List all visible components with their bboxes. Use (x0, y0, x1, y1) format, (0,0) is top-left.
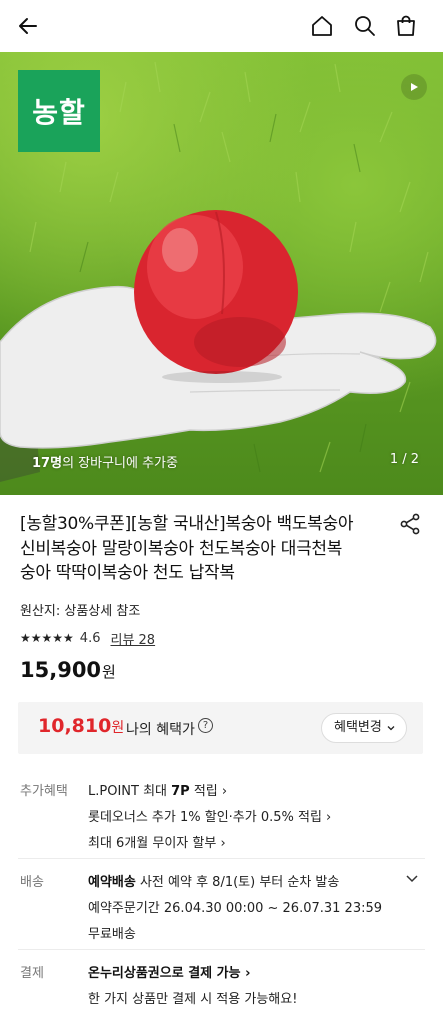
lpoint-prefix: L.POINT 최대 (88, 784, 172, 799)
delivery-schedule-text: 사전 예약 후 8/1(토) 부터 순차 발송 (135, 875, 340, 890)
product-title: [농할30%쿠폰][농할 국내산]복숭아 백도복숭아 신비복숭아 말랑이복숭아 … (20, 512, 390, 586)
lpoint-link[interactable]: L.POINT 최대 7P 적립 › (88, 780, 227, 799)
delivery-schedule: 예약배송 사전 예약 후 8/1(토) 부터 순차 발송 (88, 871, 339, 890)
product-price: 15,900원 (20, 658, 116, 682)
cart-count: 17명 (32, 456, 63, 471)
product-title-line: [농할30%쿠폰][농할 국내산]복숭아 백도복숭아 (20, 514, 354, 534)
play-icon (411, 83, 418, 91)
arrow-left-icon (19, 18, 37, 34)
product-title-line: 숭아 딱딱이복숭아 천도 납작복 (20, 563, 235, 583)
payment-note: 한 가지 상품만 결제 시 적용 가능해요! (88, 992, 298, 1007)
home-icon (312, 16, 332, 36)
home-button[interactable] (306, 10, 338, 42)
cart-activity-text: 의 장바구니에 추가중 (62, 456, 178, 471)
benefit-label: 나의 혜택가 (126, 722, 195, 738)
benefit-price-value: 10,810 (38, 715, 112, 737)
top-bar (0, 0, 443, 52)
star-rating-icon: ★★★★★ (20, 631, 74, 645)
lpoint-suffix: 적립 › (189, 784, 228, 799)
origin-info: 원산지: 상품상세 참조 (20, 604, 141, 619)
search-button[interactable] (349, 10, 381, 42)
product-image[interactable]: 농할 17명의 장바구니에 추가중 1 / 2 (0, 52, 443, 495)
payment-label: 결제 (20, 966, 44, 981)
change-benefit-label: 혜택변경 (334, 720, 382, 735)
delivery-expand-icon[interactable] (404, 870, 420, 886)
onnuri-voucher-text: 온누리상품권으로 결제 가능 › (88, 966, 251, 981)
play-button[interactable] (401, 74, 427, 100)
rating-row: ★★★★★ 4.6 리뷰 28 (20, 628, 155, 648)
lpoint-points: 7P (171, 784, 190, 799)
rating-score: 4.6 (79, 630, 101, 646)
change-benefit-button[interactable]: 혜택변경 (321, 713, 407, 743)
lotte-owners-link[interactable]: 롯데오너스 추가 1% 할인·추가 0.5% 적립 › (88, 806, 331, 825)
price-value: 15,900 (20, 658, 102, 682)
reservation-period: 예약주문기간 26.04.30 00:00 ~ 26.07.31 23:59 (88, 901, 383, 916)
back-button[interactable] (12, 10, 44, 42)
reservation-delivery: 예약배송 (88, 875, 136, 890)
installment-link[interactable]: 최대 6개월 무이자 할부 › (88, 832, 226, 851)
extra-benefit-label: 추가혜택 (20, 784, 68, 799)
cart-button[interactable] (390, 10, 422, 42)
brand-logo: 농할 (18, 70, 100, 152)
free-shipping: 무료배송 (88, 927, 136, 942)
onnuri-voucher-link[interactable]: 온누리상품권으로 결제 가능 › (88, 962, 250, 981)
benefit-price-box: 10,810원 나의 혜택가 ? 혜택변경 (18, 702, 423, 754)
shopping-bag-icon (397, 15, 415, 36)
review-link[interactable]: 리뷰 28 (110, 629, 155, 648)
search-icon (355, 16, 375, 36)
share-icon (400, 513, 420, 535)
benefit-price-unit: 원 (111, 720, 125, 736)
help-icon[interactable]: ? (198, 718, 213, 733)
share-button[interactable] (398, 512, 422, 536)
image-pager: 1 / 2 (389, 452, 419, 467)
delivery-label: 배송 (20, 875, 44, 890)
chevron-down-icon (387, 725, 395, 730)
price-unit: 원 (102, 663, 116, 681)
product-title-line: 신비복숭아 말랑이복숭아 천도복숭아 대극천복 (20, 538, 343, 559)
divider (18, 858, 425, 859)
divider (18, 949, 425, 950)
cart-activity-note: 17명의 장바구니에 추가중 (32, 452, 178, 471)
benefit-price: 10,810원 (38, 715, 124, 737)
